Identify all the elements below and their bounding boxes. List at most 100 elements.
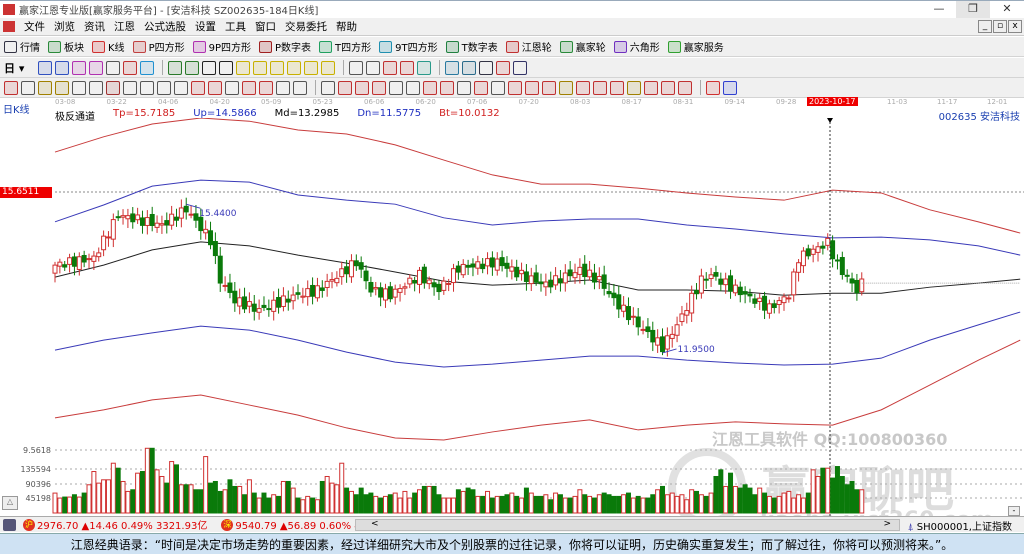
tool-icon[interactable]	[21, 80, 35, 95]
close-button[interactable]: ✕	[990, 1, 1024, 18]
tool-icon[interactable]	[474, 80, 488, 95]
tool-icon[interactable]	[678, 80, 692, 95]
tool-icon[interactable]	[338, 80, 352, 95]
index-selector[interactable]: ⍋ SH000001,上证指数	[908, 518, 1012, 533]
kline-chart[interactable]: 15.4400 11.9500 9.5618 135594 90396 45198	[0, 118, 1024, 516]
tool-icon[interactable]	[462, 60, 477, 75]
toolbar-button[interactable]: 9P四方形	[192, 39, 251, 54]
menu-item[interactable]: 公式选股	[144, 19, 186, 34]
mdi-restore-button[interactable]: ▫	[993, 20, 1007, 33]
tool-icon[interactable]	[661, 80, 675, 95]
toolbar-button[interactable]: 板块	[48, 39, 84, 54]
tool-icon[interactable]	[123, 60, 138, 75]
tool-icon[interactable]	[55, 80, 69, 95]
tool-icon[interactable]	[174, 80, 188, 95]
minimize-button[interactable]: —	[922, 1, 956, 18]
tool-icon[interactable]	[55, 60, 70, 75]
tool-icon[interactable]	[202, 60, 217, 75]
tool-icon[interactable]	[372, 80, 386, 95]
tool-icon[interactable]	[321, 60, 336, 75]
tool-icon[interactable]	[610, 80, 624, 95]
period-select[interactable]: 日 ▾	[4, 60, 24, 76]
tool-icon[interactable]	[276, 80, 290, 95]
tool-icon[interactable]	[106, 80, 120, 95]
tool-icon[interactable]	[479, 60, 494, 75]
tool-icon[interactable]	[508, 80, 522, 95]
tool-icon[interactable]	[185, 60, 200, 75]
tool-icon[interactable]	[423, 80, 437, 95]
tool-icon[interactable]	[627, 80, 641, 95]
mdi-close-button[interactable]: x	[1008, 20, 1022, 33]
toolbar-button[interactable]: T数字表	[445, 39, 498, 54]
tool-icon[interactable]	[259, 80, 273, 95]
menu-item[interactable]: 工具	[225, 19, 246, 34]
tool-icon[interactable]	[304, 60, 319, 75]
tool-icon[interactable]	[72, 80, 86, 95]
tool-icon[interactable]	[140, 80, 154, 95]
menu-item[interactable]: 文件	[24, 19, 45, 34]
tool-icon[interactable]	[287, 60, 302, 75]
tool-icon[interactable]	[140, 60, 155, 75]
tool-icon[interactable]	[417, 60, 432, 75]
toolbar-button[interactable]: P四方形	[132, 39, 185, 54]
tool-icon[interactable]	[706, 80, 720, 95]
scroll-right-button[interactable]: >	[883, 519, 891, 529]
tool-icon[interactable]	[38, 60, 53, 75]
tool-icon[interactable]	[383, 60, 398, 75]
tool-icon[interactable]	[576, 80, 590, 95]
tool-icon[interactable]	[593, 80, 607, 95]
tool-icon[interactable]	[270, 60, 285, 75]
toolbar-button[interactable]: 六角形	[613, 39, 660, 54]
tool-icon[interactable]	[38, 80, 52, 95]
grid-icon[interactable]	[3, 518, 16, 531]
tool-icon[interactable]	[445, 60, 460, 75]
toolbar-button[interactable]: 赢家服务	[667, 39, 724, 54]
menu-item[interactable]: 帮助	[336, 19, 357, 34]
tool-icon[interactable]	[4, 80, 18, 95]
tool-icon[interactable]	[123, 80, 137, 95]
tool-icon[interactable]	[389, 80, 403, 95]
shanghai-index-quote[interactable]: 2976.70 ▲14.46 0.49% 3321.93亿	[37, 517, 207, 532]
tool-icon[interactable]	[157, 80, 171, 95]
tool-icon[interactable]	[89, 80, 103, 95]
tool-icon[interactable]	[225, 80, 239, 95]
tool-icon[interactable]	[644, 80, 658, 95]
tool-icon[interactable]	[496, 60, 511, 75]
tool-icon[interactable]	[106, 60, 121, 75]
tool-icon[interactable]	[513, 60, 528, 75]
menu-item[interactable]: 窗口	[255, 19, 276, 34]
toolbar-button[interactable]: 9T四方形	[379, 39, 438, 54]
tool-icon[interactable]	[219, 60, 234, 75]
tool-icon[interactable]	[191, 80, 205, 95]
toolbar-button[interactable]: T四方形	[319, 39, 371, 54]
tool-icon[interactable]	[293, 80, 307, 95]
tool-icon[interactable]	[321, 80, 335, 95]
tool-icon[interactable]	[168, 60, 183, 75]
tool-icon[interactable]	[457, 80, 471, 95]
tool-icon[interactable]	[723, 80, 737, 95]
toolbar-button[interactable]: 行情	[4, 39, 40, 54]
tool-icon[interactable]	[236, 60, 251, 75]
expand-panel-button[interactable]: △	[2, 496, 18, 510]
tool-icon[interactable]	[400, 60, 415, 75]
tool-icon[interactable]	[542, 80, 556, 95]
horizontal-scrollbar[interactable]: < >	[355, 519, 900, 531]
menu-item[interactable]: 资讯	[84, 19, 105, 34]
menu-item[interactable]: 江恩	[114, 19, 135, 34]
collapse-panel-button[interactable]: -	[1008, 506, 1020, 516]
toolbar-button[interactable]: K线	[92, 39, 125, 54]
menu-item[interactable]: 交易委托	[285, 19, 327, 34]
tool-icon[interactable]	[559, 80, 573, 95]
tool-icon[interactable]	[355, 80, 369, 95]
tool-icon[interactable]	[491, 80, 505, 95]
tool-icon[interactable]	[406, 80, 420, 95]
tool-icon[interactable]	[89, 60, 104, 75]
tool-icon[interactable]	[366, 60, 381, 75]
toolbar-button[interactable]: 赢家轮	[559, 39, 606, 54]
tool-icon[interactable]	[208, 80, 222, 95]
tool-icon[interactable]	[242, 80, 256, 95]
menu-item[interactable]: 浏览	[54, 19, 75, 34]
tool-icon[interactable]	[72, 60, 87, 75]
tool-icon[interactable]	[525, 80, 539, 95]
toolbar-button[interactable]: P数字表	[259, 39, 311, 54]
